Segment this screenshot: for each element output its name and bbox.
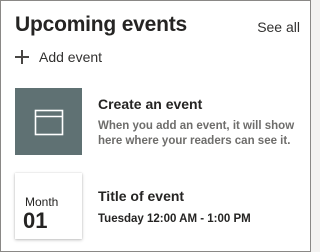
event-title[interactable]: Title of event [98,188,184,204]
event-day: 01 [23,208,48,233]
create-event-card[interactable]: Create an event When you add an event, i… [15,88,304,156]
event-date-box: Month 01 [15,173,82,239]
create-event-description: When you add an event, it will show here… [98,120,295,147]
event-time: Tuesday 12:00 AM - 1:00 PM [98,213,251,225]
webpart-title: Upcoming events [15,13,188,36]
add-event-label: Add event [39,49,103,65]
see-all-link[interactable]: See all [257,19,300,35]
calendar-icon [34,109,63,135]
add-event-button[interactable]: Add event [15,46,102,68]
create-event-title: Create an event [98,96,203,112]
upcoming-events-webpart: Upcoming events See all Add event Create… [0,0,311,252]
create-event-thumbnail [15,88,82,155]
event-month: Month [25,195,59,209]
event-item[interactable]: Month 01 Title of event Tuesday 12:00 AM… [15,173,304,241]
webpart-header: Upcoming events See all [15,11,300,43]
plus-icon [15,50,29,64]
